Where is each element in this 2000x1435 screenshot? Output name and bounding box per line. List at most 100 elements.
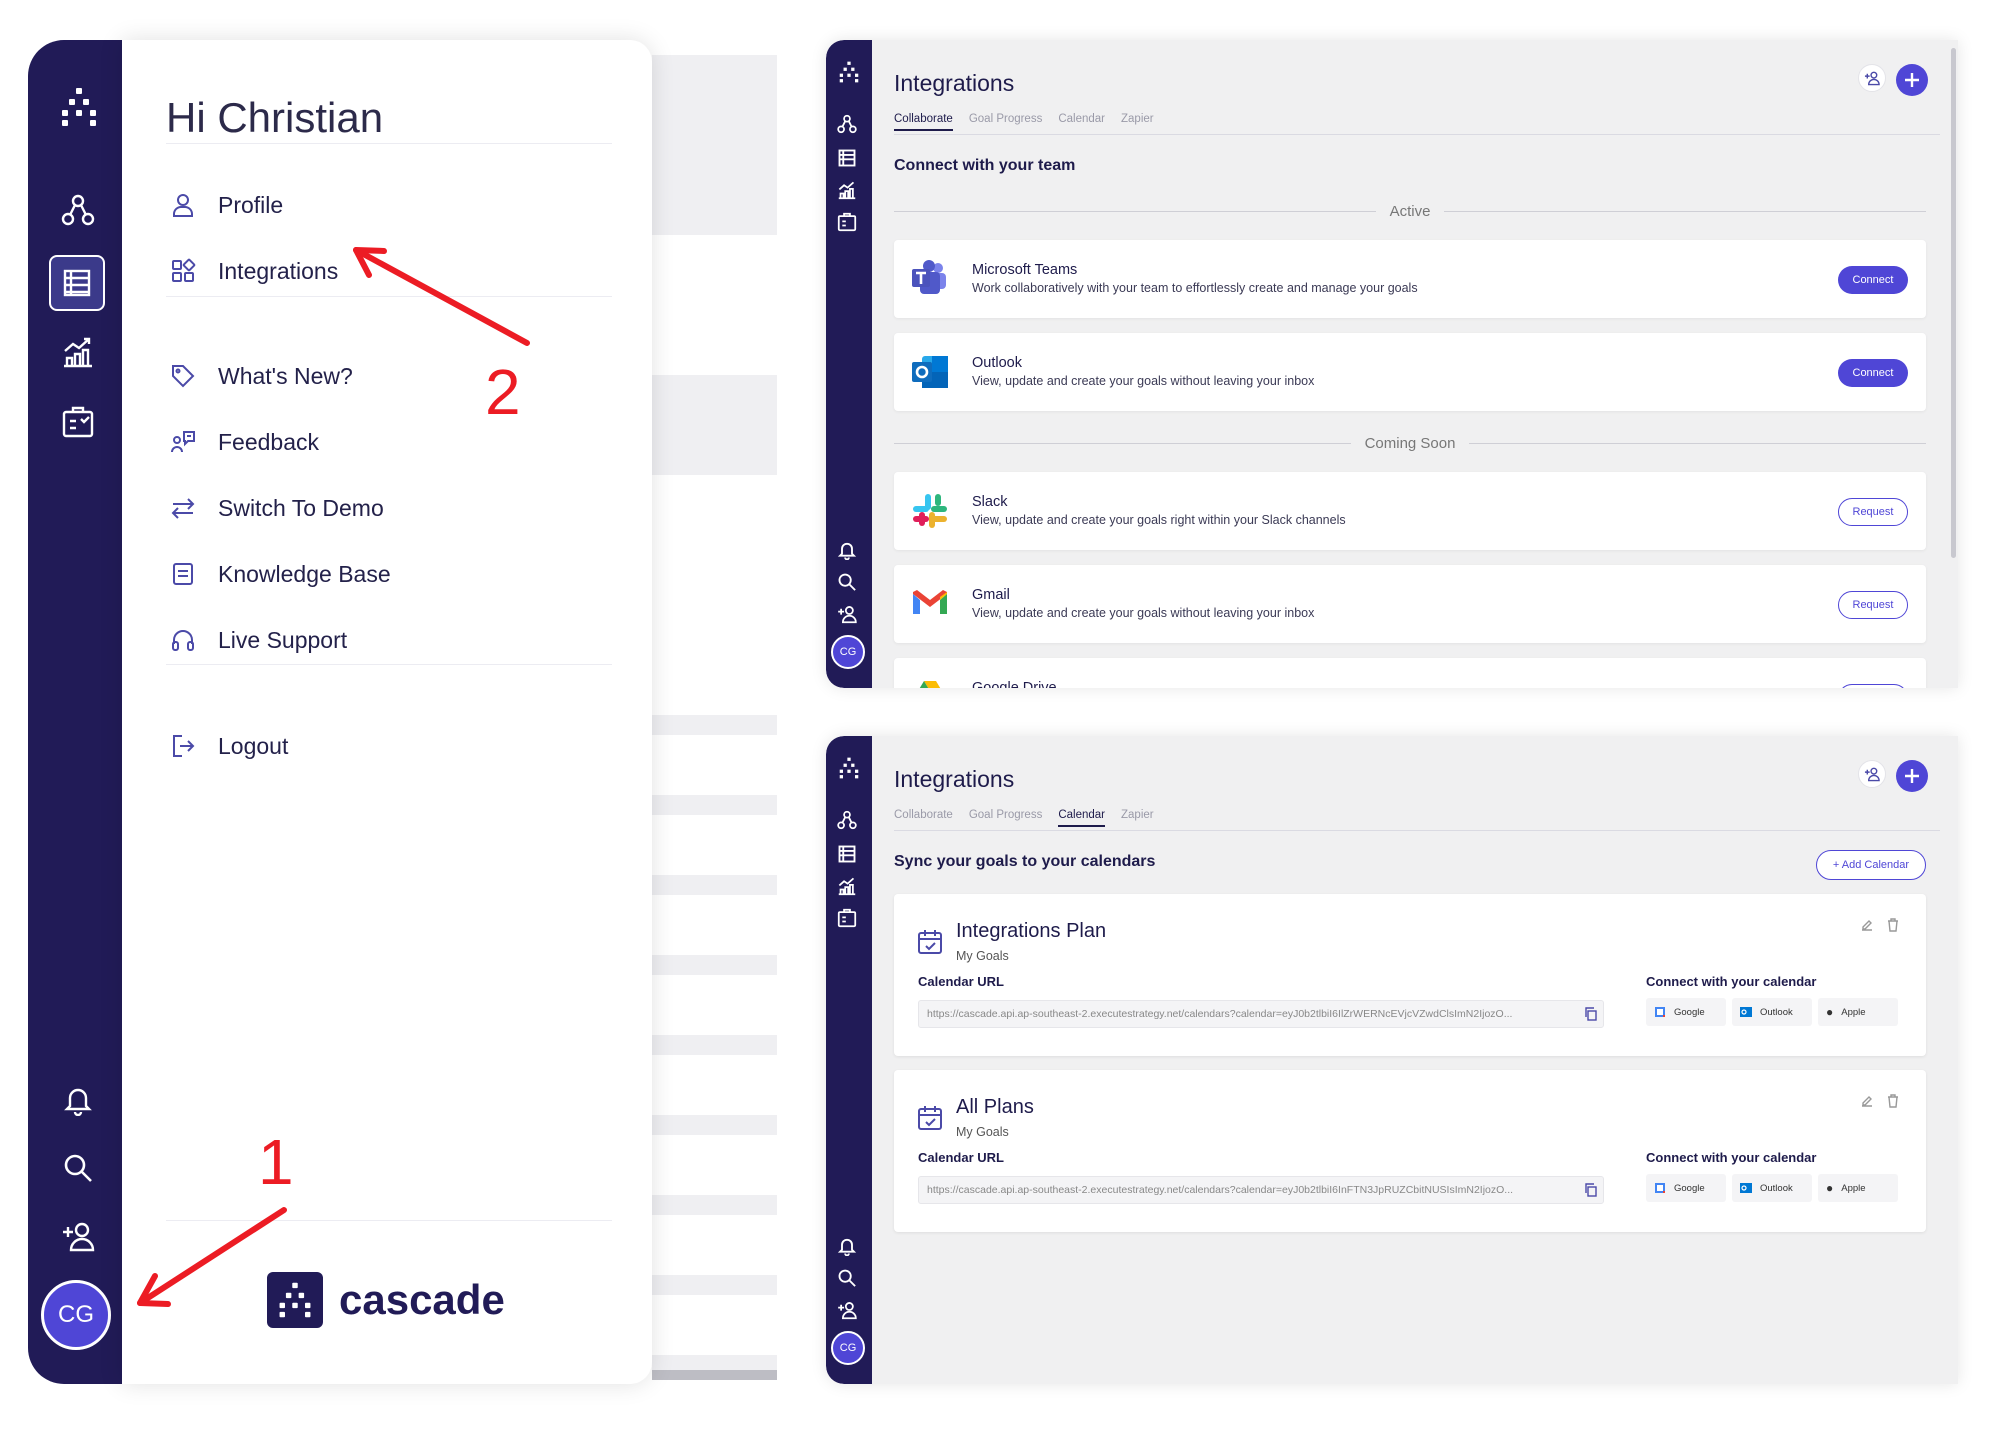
teams-icon <box>910 259 950 299</box>
plans-hierarchy-icon[interactable] <box>837 810 861 834</box>
integration-name: Slack <box>972 494 1008 510</box>
calendar-url-label: Calendar URL <box>918 974 1004 989</box>
request-button[interactable]: Request <box>1838 591 1908 619</box>
tab-collaborate[interactable]: Collaborate <box>894 809 953 827</box>
edit-icon[interactable] <box>1860 1094 1874 1108</box>
connect-button[interactable]: Connect <box>1838 359 1908 387</box>
google-calendar-icon <box>1655 1183 1665 1193</box>
outlook-icon <box>1740 1007 1752 1017</box>
calendar-name: All Plans <box>956 1096 1034 1118</box>
calendar-icon <box>916 928 944 956</box>
integrations-collaborate-window: CG Integrations Collaborate Goal Progres… <box>826 40 1958 688</box>
request-button[interactable]: Request <box>1838 498 1908 526</box>
slack-icon <box>910 491 950 531</box>
calendar-card: Integrations Plan My Goals Calendar URL … <box>894 894 1926 1056</box>
dashboard-board-icon[interactable] <box>837 212 861 236</box>
bell-icon[interactable] <box>837 1236 861 1260</box>
connect-calendar-label: Connect with your calendar <box>1646 974 1817 989</box>
tab-underline <box>894 830 1940 831</box>
calendar-url-field[interactable]: https://cascade.api.ap-southeast-2.execu… <box>918 1000 1604 1028</box>
invite-user-button[interactable] <box>1858 64 1886 92</box>
add-user-icon <box>1864 71 1880 86</box>
page-title: Integrations <box>894 766 1015 792</box>
apple-calendar-button[interactable]: ● Apple <box>1818 1174 1898 1202</box>
tab-collaborate[interactable]: Collaborate <box>894 113 953 131</box>
coming-soon-separator: Coming Soon <box>894 433 1927 453</box>
search-icon[interactable] <box>837 572 861 596</box>
tab-goal-progress[interactable]: Goal Progress <box>969 809 1043 827</box>
add-user-icon[interactable] <box>837 604 861 628</box>
tab-calendar[interactable]: Calendar <box>1058 113 1105 131</box>
plans-hierarchy-icon[interactable] <box>837 114 861 138</box>
copy-icon[interactable] <box>1584 1007 1598 1021</box>
cascade-logo-icon[interactable] <box>837 756 861 780</box>
google-calendar-button[interactable]: Google <box>1646 1174 1726 1202</box>
integration-name: Gmail <box>972 587 1010 603</box>
google-calendar-icon <box>1655 1007 1665 1017</box>
user-avatar[interactable]: CG <box>831 1331 865 1365</box>
google-calendar-button[interactable]: Google <box>1646 998 1726 1026</box>
tab-zapier[interactable]: Zapier <box>1121 113 1154 131</box>
gmail-icon <box>910 584 950 624</box>
connect-button[interactable]: Connect <box>1838 266 1908 294</box>
goals-list-icon[interactable] <box>837 844 861 868</box>
trash-icon[interactable] <box>1886 918 1900 932</box>
section-heading: Sync your goals to your calendars <box>894 853 1156 870</box>
tab-bar: Collaborate Goal Progress Calendar Zapie… <box>894 809 1154 827</box>
outlook-calendar-button[interactable]: Outlook <box>1732 1174 1812 1202</box>
tab-calendar[interactable]: Calendar <box>1058 809 1106 827</box>
integrations-calendar-window: CG Integrations Collaborate Goal Progres… <box>826 736 1958 1384</box>
integration-name: Google Drive <box>972 680 1057 688</box>
add-user-icon <box>1864 767 1880 782</box>
section-heading: Connect with your team <box>894 157 1076 174</box>
arrow-to-avatar <box>137 1207 287 1306</box>
calendar-url-field[interactable]: https://cascade.api.ap-southeast-2.execu… <box>918 1176 1604 1204</box>
tab-bar: Collaborate Goal Progress Calendar Zapie… <box>894 113 1154 131</box>
annotation-step-1: 1 <box>258 1126 294 1198</box>
invite-user-button[interactable] <box>1858 760 1886 788</box>
create-button[interactable] <box>1896 64 1928 96</box>
integration-name: Outlook <box>972 355 1022 371</box>
request-button[interactable] <box>1838 684 1908 688</box>
add-user-icon[interactable] <box>837 1300 861 1324</box>
integration-card-outlook: Outlook View, update and create your goa… <box>894 333 1926 411</box>
calendar-scope: My Goals <box>956 1125 1009 1139</box>
user-avatar[interactable]: CG <box>831 635 865 669</box>
annotation-step-2: 2 <box>485 356 521 428</box>
tab-zapier[interactable]: Zapier <box>1121 809 1154 827</box>
plus-icon <box>1905 769 1919 783</box>
cascade-logo-icon[interactable] <box>837 60 861 84</box>
nav-rail: CG <box>826 40 872 688</box>
create-button[interactable] <box>1896 760 1928 792</box>
trash-icon[interactable] <box>1886 1094 1900 1108</box>
integration-card-teams: Microsoft Teams Work collaboratively wit… <box>894 240 1926 318</box>
tab-underline <box>894 134 1940 135</box>
bell-icon[interactable] <box>837 540 861 564</box>
dashboard-board-icon[interactable] <box>837 908 861 932</box>
integration-desc: View, update and create your goals witho… <box>972 374 1315 388</box>
arrow-to-integrations <box>353 247 530 346</box>
tab-goal-progress[interactable]: Goal Progress <box>969 113 1043 131</box>
outlook-icon <box>910 352 950 392</box>
analytics-chart-icon[interactable] <box>837 180 861 204</box>
integration-desc: View, update and create your goals witho… <box>972 606 1315 620</box>
active-separator: Active <box>894 201 1927 221</box>
analytics-chart-icon[interactable] <box>837 876 861 900</box>
goals-list-icon[interactable] <box>837 148 861 172</box>
scrollbar[interactable] <box>1951 48 1956 558</box>
page-title: Integrations <box>894 70 1015 96</box>
apple-icon: ● <box>1826 1005 1834 1019</box>
google-drive-icon <box>910 677 950 688</box>
apple-icon: ● <box>1826 1181 1834 1195</box>
nav-rail: CG <box>826 736 872 1384</box>
search-icon[interactable] <box>837 1268 861 1292</box>
calendar-name: Integrations Plan <box>956 920 1107 942</box>
copy-icon[interactable] <box>1584 1183 1598 1197</box>
integration-card-gmail: Gmail View, update and create your goals… <box>894 565 1926 643</box>
add-calendar-button[interactable]: + Add Calendar <box>1816 850 1926 880</box>
edit-icon[interactable] <box>1860 918 1874 932</box>
outlook-calendar-button[interactable]: Outlook <box>1732 998 1812 1026</box>
calendar-url-label: Calendar URL <box>918 1150 1004 1165</box>
apple-calendar-button[interactable]: ● Apple <box>1818 998 1898 1026</box>
connect-calendar-label: Connect with your calendar <box>1646 1150 1817 1165</box>
